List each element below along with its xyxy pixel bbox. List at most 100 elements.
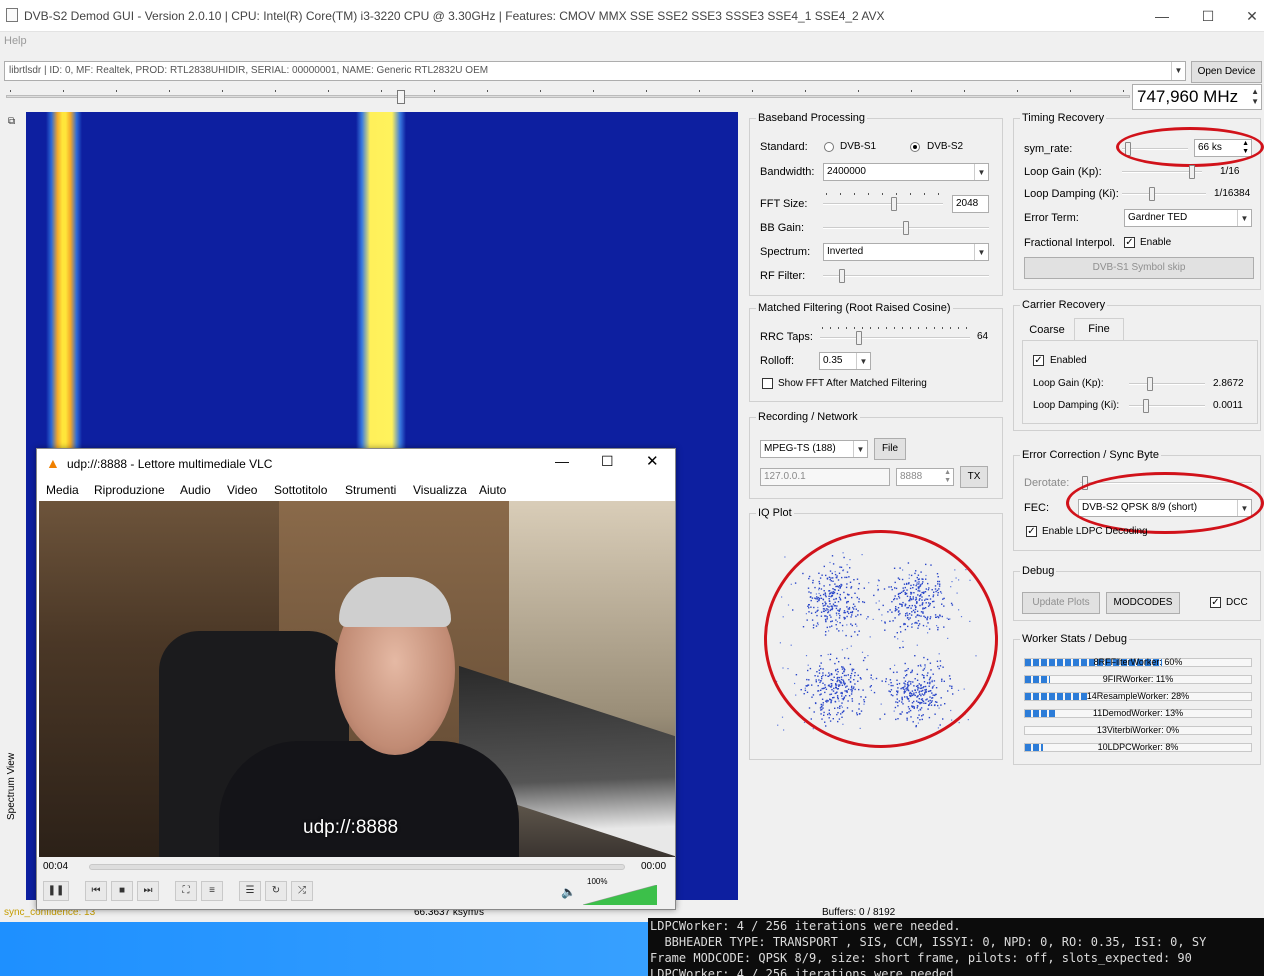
frequency-slider-ticks <box>10 90 1126 92</box>
tab-coarse[interactable]: Coarse <box>1024 320 1070 340</box>
error-term-value: Gardner TED <box>1128 212 1188 223</box>
volume-icon[interactable]: 🔈 <box>561 885 576 899</box>
vlc-controls: 00:04 00:00 ❚❚ ⏮ ■ ⏭ ⛶ ≡ ☰ ↻ ⤮ 🔈 100% <box>37 857 675 909</box>
device-select[interactable]: librtlsdr | ID: 0, MF: Realtek, PROD: RT… <box>4 61 1186 81</box>
spin-up-down-icon[interactable]: ▲ ▼ <box>944 469 951 485</box>
highlight-ellipse-fec <box>1066 472 1264 534</box>
chevron-down-icon: ▼ <box>853 441 867 457</box>
show-fft-checkbox[interactable] <box>762 378 773 389</box>
port-input[interactable]: 8888 ▲ ▼ <box>896 468 954 486</box>
fft-size-input[interactable]: 2048 <box>952 195 989 213</box>
bb-gain-handle[interactable] <box>903 221 909 235</box>
vlc-maximize-button[interactable]: ☐ <box>601 453 614 470</box>
vlc-menu-strumenti[interactable]: Strumenti <box>345 483 396 497</box>
next-icon[interactable]: ⏭ <box>137 881 159 901</box>
frequency-slider[interactable] <box>6 90 1130 104</box>
vlc-video-area[interactable]: udp://:8888 <box>39 501 675 857</box>
console-output: LDPCWorker: 4 / 256 iterations were need… <box>648 918 1264 976</box>
rolloff-value: 0.35 <box>823 355 843 366</box>
rrc-track <box>820 337 970 339</box>
menu-help[interactable]: Help <box>4 35 27 47</box>
carrier-loop-damp-slider[interactable] <box>1129 399 1205 413</box>
vlc-volume-slider[interactable] <box>583 885 657 905</box>
spectrum-select[interactable]: Inverted ▼ <box>823 243 989 261</box>
stop-icon[interactable]: ■ <box>111 881 133 901</box>
vlc-menu-riproduzione[interactable]: Riproduzione <box>94 483 165 497</box>
chevron-down-icon: ▼ <box>974 164 988 180</box>
rf-filter-label: RF Filter: <box>760 270 806 282</box>
derotate-label: Derotate: <box>1024 477 1070 489</box>
vlc-menu-audio[interactable]: Audio <box>180 483 211 497</box>
rrc-handle[interactable] <box>856 331 862 345</box>
bandwidth-value: 2400000 <box>827 166 866 177</box>
vlc-close-button[interactable]: ✕ <box>646 452 659 470</box>
vlc-time-elapsed: 00:04 <box>43 861 69 872</box>
open-device-button[interactable]: Open Device <box>1191 61 1262 83</box>
port-value: 8888 <box>900 471 923 482</box>
fullscreen-icon[interactable]: ⛶ <box>175 881 197 901</box>
update-plots-button[interactable]: Update Plots <box>1022 592 1100 614</box>
loop-icon[interactable]: ↻ <box>265 881 287 901</box>
dcc-checkbox[interactable]: ✓ <box>1210 597 1221 608</box>
previous-icon[interactable]: ⏮ <box>85 881 107 901</box>
rf-filter-handle[interactable] <box>839 269 845 283</box>
modcodes-button[interactable]: MODCODES <box>1106 592 1180 614</box>
carrier-loop-gain-slider[interactable] <box>1129 377 1205 391</box>
minimize-button[interactable]: — <box>1140 4 1184 28</box>
file-button[interactable]: File <box>874 438 906 460</box>
shuffle-icon[interactable]: ⤮ <box>291 881 313 901</box>
vlc-menu-media[interactable]: Media <box>46 483 79 497</box>
carrier-loop-gain-track <box>1129 383 1205 385</box>
worker-stats-title: Worker Stats / Debug <box>1020 633 1129 645</box>
error-term-select[interactable]: Gardner TED ▼ <box>1124 209 1252 227</box>
carrier-recovery-group: Carrier Recovery Coarse Fine ✓ Enabled L… <box>1013 299 1261 431</box>
fractional-interp-checkbox[interactable]: ✓ <box>1124 237 1135 248</box>
maximize-button[interactable]: ☐ <box>1186 4 1230 28</box>
tab-fine[interactable]: Fine <box>1074 318 1124 340</box>
timing-loop-gain-label: Loop Gain (Kp): <box>1024 166 1102 178</box>
spin-up-down-icon[interactable]: ▲ ▼ <box>1251 87 1259 107</box>
bb-gain-slider[interactable] <box>823 221 989 235</box>
fft-slider-handle[interactable] <box>891 197 897 211</box>
radio-dvb-s1[interactable] <box>824 142 834 152</box>
close-button[interactable]: ✕ <box>1230 4 1264 28</box>
worker-bar: 14ResampleWorker: 28% <box>1024 691 1252 701</box>
fft-size-slider[interactable] <box>823 197 943 211</box>
vlc-seek-bar[interactable] <box>89 864 625 870</box>
vlc-minimize-button[interactable]: — <box>555 453 569 469</box>
vlc-menu-video[interactable]: Video <box>227 483 257 497</box>
timing-loop-damp-slider[interactable] <box>1122 187 1206 201</box>
ldpc-checkbox[interactable]: ✓ <box>1026 526 1037 537</box>
undock-icon[interactable]: ⧉ <box>8 116 15 127</box>
fractional-interp-label: Fractional Interpol. <box>1024 237 1116 249</box>
dcc-label: DCC <box>1226 597 1248 608</box>
console-line: BBHEADER TYPE: TRANSPORT , SIS, CCM, ISS… <box>650 935 1207 949</box>
vlc-menu-sottotitolo[interactable]: Sottotitolo <box>274 483 327 497</box>
timing-loop-damp-label: Loop Damping (Ki): <box>1024 188 1119 200</box>
tx-button[interactable]: TX <box>960 466 988 488</box>
record-format-select[interactable]: MPEG-TS (188) ▼ <box>760 440 868 458</box>
rolloff-select[interactable]: 0.35 ▼ <box>819 352 871 370</box>
radio-dvb-s2[interactable] <box>910 142 920 152</box>
timing-loop-gain-handle[interactable] <box>1189 165 1195 179</box>
frequency-input[interactable]: 747,960 MHz ▲ ▼ <box>1132 84 1262 110</box>
symbol-skip-button[interactable]: DVB-S1 Symbol skip <box>1024 257 1254 279</box>
pause-icon[interactable]: ❚❚ <box>43 881 69 901</box>
carrier-loop-damp-handle[interactable] <box>1143 399 1149 413</box>
ip-input[interactable]: 127.0.0.1 <box>760 468 890 486</box>
vlc-menu-visualizza[interactable]: Visualizza <box>413 483 467 497</box>
playlist-icon[interactable]: ☰ <box>239 881 261 901</box>
rrc-taps-slider[interactable] <box>820 331 970 345</box>
highlight-ellipse-symrate <box>1116 127 1264 167</box>
carrier-enabled-checkbox[interactable]: ✓ <box>1033 355 1044 366</box>
bandwidth-select[interactable]: 2400000 ▼ <box>823 163 989 181</box>
extended-settings-icon[interactable]: ≡ <box>201 881 223 901</box>
carrier-loop-gain-handle[interactable] <box>1147 377 1153 391</box>
frequency-slider-handle[interactable] <box>397 90 405 104</box>
timing-loop-damp-handle[interactable] <box>1149 187 1155 201</box>
carrier-loop-damp-label: Loop Damping (Ki): <box>1033 400 1120 411</box>
frequency-value: 747,960 MHz <box>1137 87 1239 106</box>
vlc-menu-aiuto[interactable]: Aiuto <box>479 483 506 497</box>
timing-loop-gain-slider[interactable] <box>1122 165 1202 179</box>
rf-filter-slider[interactable] <box>823 269 989 283</box>
